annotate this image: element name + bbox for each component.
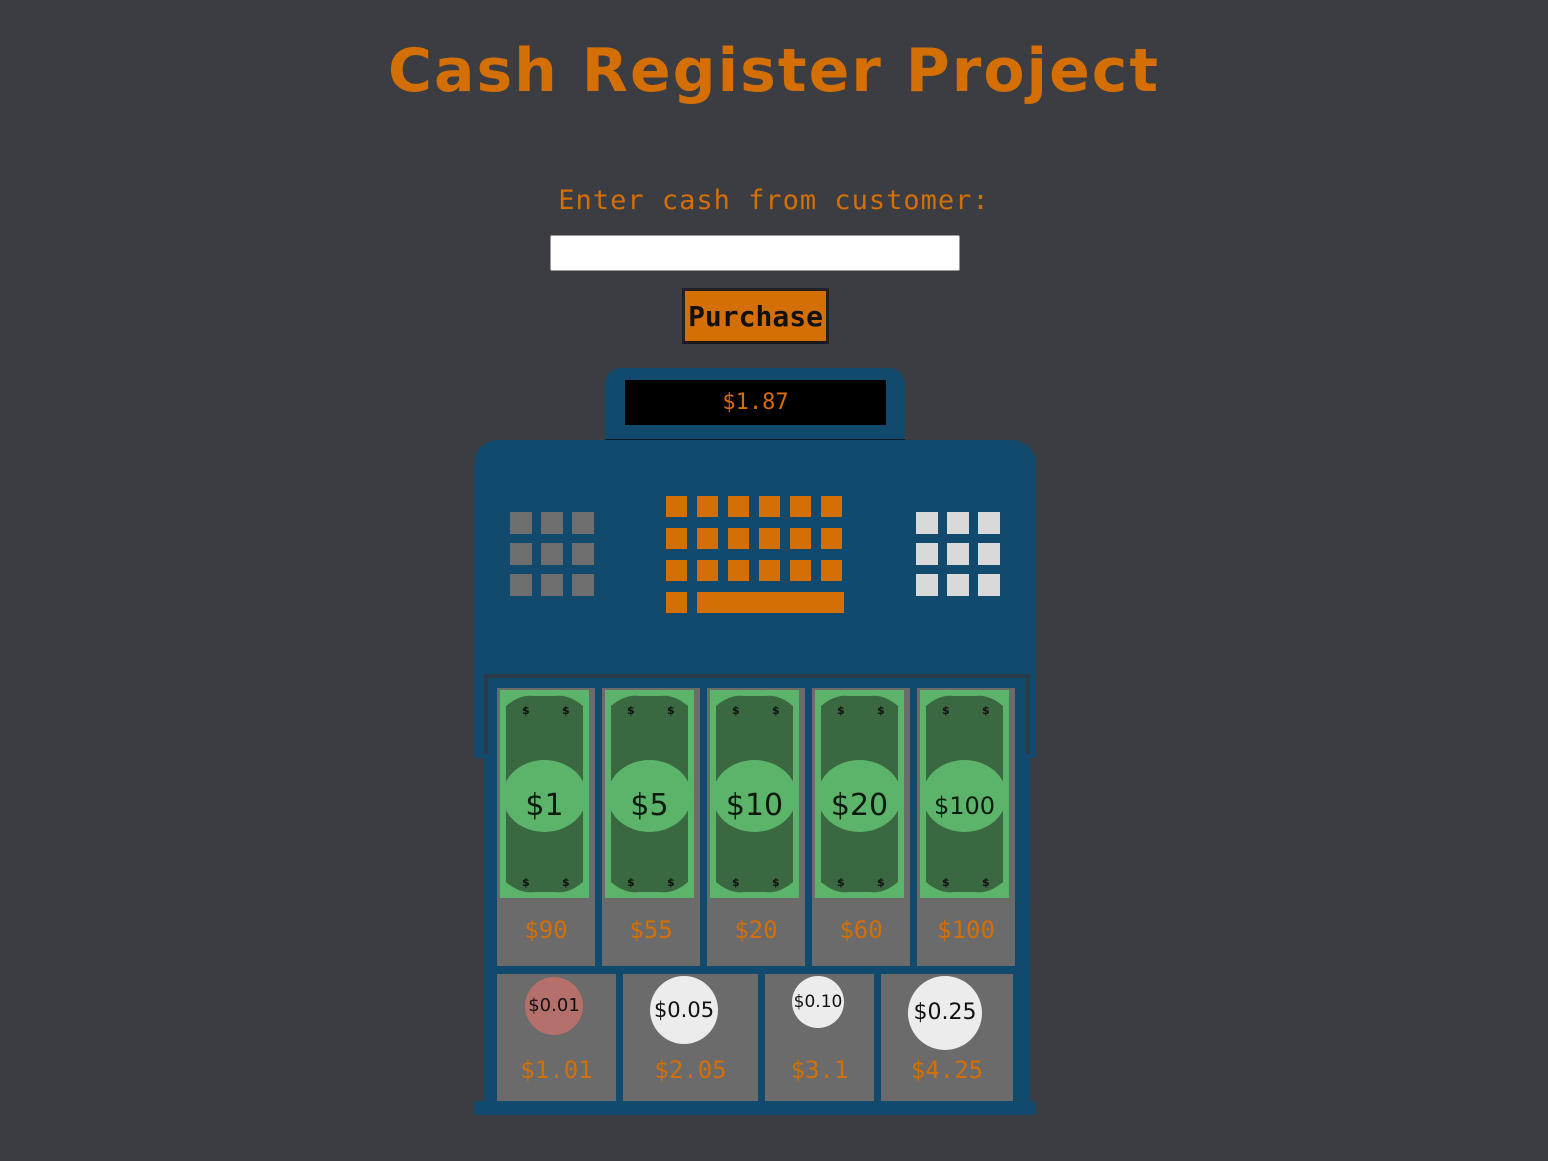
coin-label: $0.01 [528, 995, 580, 1016]
bill-slot-100: $ $ $ $ $100 $100 [917, 688, 1015, 966]
bill-amount: $60 [839, 916, 883, 944]
svg-text:$: $ [522, 876, 530, 889]
svg-text:$: $ [942, 876, 950, 889]
coin-label: $0.05 [653, 998, 715, 1022]
svg-text:$: $ [877, 876, 885, 889]
penny-icon: $0.01 [525, 977, 583, 1035]
dollar-bill-icon: $ $ $ $ $20 [815, 690, 904, 898]
coin-label: $0.10 [793, 992, 843, 1012]
coin-slot-nickel: $0.05 $2.05 [623, 974, 758, 1102]
svg-text:$: $ [732, 876, 740, 889]
bill-label: $20 [830, 788, 889, 823]
svg-text:$: $ [877, 704, 885, 717]
svg-text:$: $ [837, 876, 845, 889]
svg-text:$: $ [562, 704, 570, 717]
bill-amount: $90 [524, 916, 568, 944]
svg-text:$: $ [667, 876, 675, 889]
coin-amount: $4.25 [910, 1056, 984, 1084]
register-base [474, 1101, 1036, 1115]
keypad-orange-icon [666, 496, 844, 613]
coin-slot-dime: $0.10 $3.1 [765, 974, 874, 1102]
bill-label: $100 [933, 792, 996, 820]
bill-slot-20: $ $ $ $ $20 $60 [812, 688, 910, 966]
bill-label: $1 [525, 788, 564, 823]
coin-slot-quarter: $0.25 $4.25 [881, 974, 1013, 1102]
purchase-button[interactable]: Purchase [682, 288, 829, 344]
dollar-bill-icon: $ $ $ $ $5 [605, 690, 694, 898]
keypad-grey-icon [510, 512, 594, 596]
dollar-bill-icon: $ $ $ $ $1 [500, 690, 589, 898]
bill-slot-1: $ $ $ $ $1 $90 [497, 688, 595, 966]
svg-text:$: $ [772, 704, 780, 717]
svg-text:$: $ [982, 704, 990, 717]
price-display: $1.87 [625, 380, 886, 425]
bill-slot-10: $ $ $ $ $10 $20 [707, 688, 805, 966]
svg-text:$: $ [627, 704, 635, 717]
bill-amount: $55 [629, 916, 673, 944]
coin-amount: $2.05 [654, 1056, 727, 1084]
cash-input[interactable] [550, 235, 960, 271]
bill-amount: $20 [734, 916, 778, 944]
bill-label: $5 [630, 788, 669, 823]
svg-text:$: $ [627, 876, 635, 889]
nickel-icon: $0.05 [650, 976, 718, 1044]
coin-amount: $1.01 [520, 1056, 593, 1084]
bill-slot-5: $ $ $ $ $5 $55 [602, 688, 700, 966]
svg-text:$: $ [522, 704, 530, 717]
svg-text:$: $ [942, 704, 950, 717]
keypad-white-icon [916, 512, 1000, 596]
coin-slot-penny: $0.01 $1.01 [497, 974, 616, 1102]
svg-text:$: $ [732, 704, 740, 717]
coin-amount: $3.1 [790, 1056, 849, 1084]
page-title: Cash Register Project [387, 36, 1161, 106]
dollar-bill-icon: $ $ $ $ $10 [710, 690, 799, 898]
cash-input-label: Enter cash from customer: [558, 185, 990, 216]
dollar-bill-icon: $ $ $ $ $100 [920, 690, 1009, 898]
bill-amount: $100 [937, 916, 995, 944]
dime-icon: $0.10 [792, 976, 844, 1028]
svg-text:$: $ [982, 876, 990, 889]
svg-text:$: $ [667, 704, 675, 717]
bill-label: $10 [725, 788, 784, 823]
quarter-icon: $0.25 [908, 976, 982, 1050]
coin-label: $0.25 [913, 1000, 977, 1025]
svg-text:$: $ [772, 876, 780, 889]
svg-text:$: $ [837, 704, 845, 717]
svg-text:$: $ [562, 876, 570, 889]
